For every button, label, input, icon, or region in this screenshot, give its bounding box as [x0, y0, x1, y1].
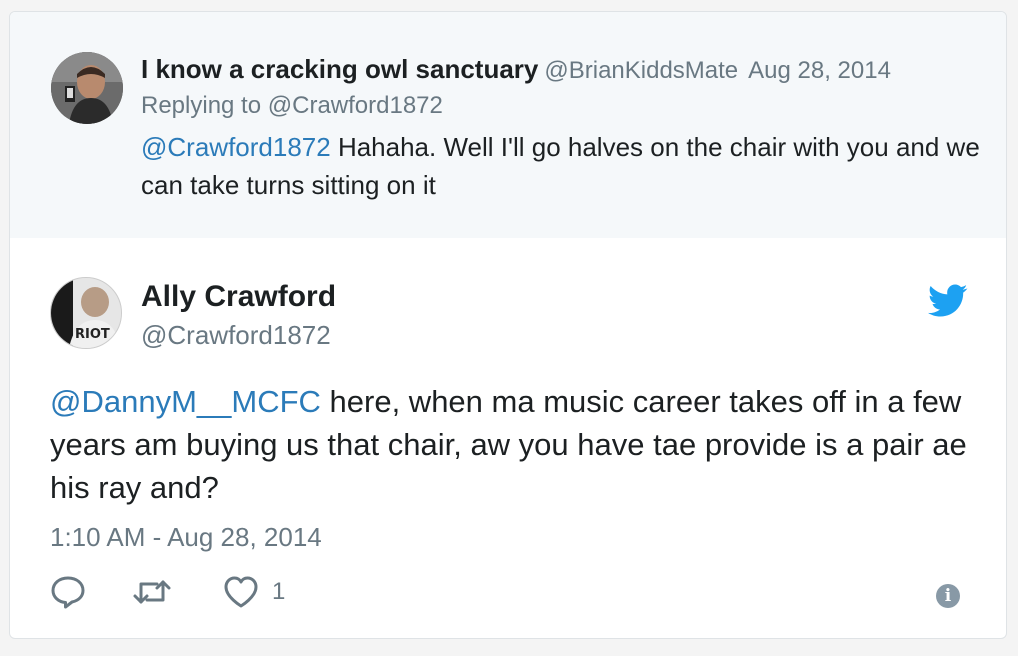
replying-to-handle[interactable]: @Crawford1872 [268, 92, 443, 119]
tweet-mention[interactable]: @DannyM__MCFC [50, 384, 321, 419]
author-name[interactable]: Ally Crawford [141, 280, 336, 314]
parent-tweet-text: @Crawford1872 Hahaha. Well I'll go halve… [141, 128, 981, 204]
author-handle[interactable]: @Crawford1872 [141, 320, 331, 351]
parent-author-handle[interactable]: @BrianKiddsMate [544, 57, 738, 84]
parent-author-line: I know a cracking owl sanctuary @BrianKid… [141, 54, 891, 85]
retweet-button[interactable] [132, 574, 172, 615]
reply-icon [51, 576, 85, 609]
info-icon[interactable]: i [936, 584, 960, 608]
parent-author-avatar[interactable] [51, 52, 123, 124]
tweet-timestamp[interactable]: 1:10 AM - Aug 28, 2014 [50, 522, 322, 553]
like-button[interactable]: 1 [222, 574, 285, 615]
like-count: 1 [272, 578, 286, 605]
heart-icon [224, 576, 258, 608]
reply-button[interactable] [50, 574, 86, 615]
replying-to-line: Replying to @Crawford1872 [141, 92, 443, 120]
twitter-bird-icon[interactable] [928, 284, 968, 318]
replying-to-label: Replying to [141, 92, 262, 119]
embedded-tweet-card: I know a cracking owl sanctuary @BrianKid… [9, 11, 1007, 639]
avatar-shirt-text: RIOT [75, 327, 110, 342]
retweet-icon [133, 580, 171, 604]
parent-tweet[interactable]: I know a cracking owl sanctuary @BrianKid… [10, 12, 1006, 238]
tweet-text: @DannyM__MCFC here, when ma music career… [50, 380, 980, 509]
parent-tweet-date[interactable]: Aug 28, 2014 [748, 57, 891, 84]
parent-tweet-mention[interactable]: @Crawford1872 [141, 132, 331, 162]
author-avatar[interactable]: RIOT [50, 277, 122, 349]
parent-author-name[interactable]: I know a cracking owl sanctuary [141, 54, 538, 84]
